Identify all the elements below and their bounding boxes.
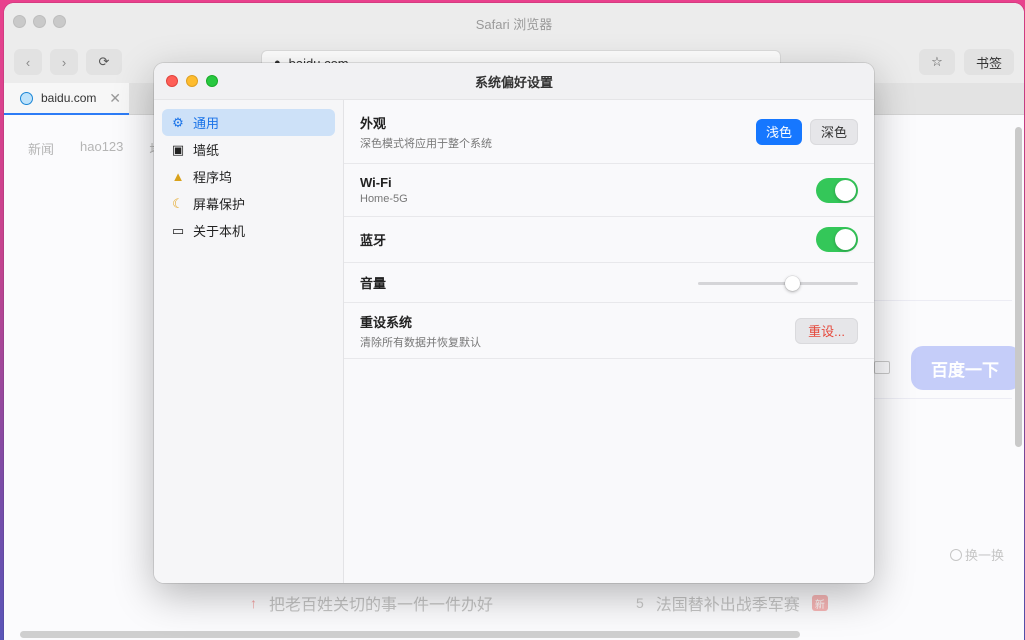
refresh-hot-button[interactable]: 换一换 (950, 545, 1004, 564)
reload-button[interactable]: ⟳ (86, 49, 122, 75)
slider-track (698, 281, 858, 285)
system-preferences-window: 系统偏好设置 ⚙ 通用 ▣ 墙纸 ▲ 程序坞 ☾ 屏幕保护 ▭ 关于本机 外观 … (154, 63, 874, 583)
reset-description: 清除所有数据并恢复默认 (360, 336, 481, 349)
refresh-hot-label: 换一换 (965, 548, 1005, 563)
reload-icon: ⟳ (98, 54, 110, 69)
reset-button[interactable]: 重设... (795, 317, 858, 344)
appearance-label: 外观 (360, 115, 387, 131)
sidebar-item-label: 关于本机 (193, 224, 246, 239)
news-top-icon: ↑ (250, 595, 257, 611)
forward-button[interactable]: › (50, 49, 78, 75)
news-title: 法国替补出战季军赛 (655, 597, 800, 614)
wifi-network-name: Home-5G (360, 193, 408, 205)
sidebar-item-general[interactable]: ⚙ 通用 (162, 109, 335, 136)
vertical-scrollbar[interactable] (1015, 127, 1022, 447)
search-box-bottom-border (864, 398, 1012, 399)
sidebar-item-label: 屏幕保护 (193, 197, 246, 212)
volume-row: 音量 (344, 263, 874, 303)
dialog-body: ⚙ 通用 ▣ 墙纸 ▲ 程序坞 ☾ 屏幕保护 ▭ 关于本机 外观 深色模式将应用… (154, 100, 874, 583)
browser-minimize-button[interactable] (33, 15, 46, 28)
image-search-icon[interactable] (874, 361, 890, 374)
sidebar-item-about[interactable]: ▭ 关于本机 (162, 217, 335, 244)
news-item[interactable]: ↑ 把老百姓关切的事一件一件办好 (250, 591, 493, 615)
sidebar-item-label: 通用 (193, 116, 220, 131)
search-box-top-border (864, 300, 1012, 301)
browser-title: Safari 浏览器 (475, 17, 553, 32)
preferences-main: 外观 深色模式将应用于整个系统 浅色 深色 Wi-Fi Home-5G 蓝牙 音… (344, 100, 874, 583)
browser-zoom-button[interactable] (53, 15, 66, 28)
globe-icon (20, 91, 33, 105)
dialog-zoom-button[interactable] (206, 75, 218, 87)
dock-icon: ▲ (171, 169, 185, 184)
toggle-knob (835, 229, 856, 250)
appearance-segmented-control: 浅色 深色 (755, 118, 858, 145)
back-button[interactable]: ‹ (14, 49, 42, 75)
dialog-titlebar: 系统偏好设置 (154, 63, 874, 100)
wallpaper-icon: ▣ (171, 142, 185, 157)
laptop-icon: ▭ (171, 223, 185, 238)
bluetooth-toggle[interactable] (816, 227, 858, 252)
browser-window-controls (13, 15, 66, 28)
sidebar-item-label: 墙纸 (193, 143, 220, 158)
light-mode-button[interactable]: 浅色 (755, 118, 802, 145)
bookmarks-button[interactable]: 书签 (964, 49, 1014, 75)
gear-icon: ⚙ (172, 115, 184, 130)
news-item[interactable]: 5 法国替补出战季军赛 新 (636, 591, 828, 615)
browser-titlebar: Safari 浏览器 (4, 3, 1024, 44)
dialog-minimize-button[interactable] (186, 75, 198, 87)
bookmark-star-button[interactable]: ☆ (919, 49, 955, 75)
nav-link[interactable]: hao123 (80, 139, 123, 158)
sidebar-item-screensaver[interactable]: ☾ 屏幕保护 (162, 190, 335, 217)
wifi-label: Wi-Fi (360, 175, 392, 190)
new-badge: 新 (811, 595, 828, 611)
refresh-icon (950, 548, 962, 561)
wifi-toggle[interactable] (816, 177, 858, 203)
dark-mode-button[interactable]: 深色 (809, 118, 858, 145)
wifi-row: Wi-Fi Home-5G (344, 164, 874, 217)
appearance-row: 外观 深色模式将应用于整个系统 浅色 深色 (344, 100, 874, 164)
sidebar-item-label: 程序坞 (193, 170, 233, 185)
horizontal-scrollbar[interactable] (20, 631, 800, 638)
star-icon: ☆ (931, 54, 943, 69)
sidebar-item-wallpaper[interactable]: ▣ 墙纸 (162, 136, 335, 163)
dialog-window-controls (166, 75, 218, 87)
dialog-title: 系统偏好设置 (474, 74, 553, 90)
dialog-close-button[interactable] (166, 75, 178, 87)
browser-close-button[interactable] (13, 15, 26, 28)
baidu-nav-links: 新闻 hao123 地 (28, 139, 162, 158)
appearance-description: 深色模式将应用于整个系统 (360, 137, 492, 150)
bluetooth-label: 蓝牙 (360, 233, 387, 248)
news-title: 把老百姓关切的事一件一件办好 (269, 597, 494, 614)
reset-label: 重设系统 (360, 314, 413, 330)
moon-icon: ☾ (172, 196, 184, 211)
nav-link[interactable]: 新闻 (28, 139, 54, 158)
tab-label: baidu.com (41, 91, 97, 105)
preferences-sidebar: ⚙ 通用 ▣ 墙纸 ▲ 程序坞 ☾ 屏幕保护 ▭ 关于本机 (154, 100, 344, 583)
volume-slider[interactable] (698, 275, 858, 291)
tab-close-icon[interactable]: ✕ (109, 90, 121, 107)
reset-row: 重设系统 清除所有数据并恢复默认 重设... (344, 303, 874, 359)
sidebar-item-dock[interactable]: ▲ 程序坞 (162, 163, 335, 190)
toggle-knob (835, 179, 856, 201)
bluetooth-row: 蓝牙 (344, 217, 874, 263)
slider-thumb[interactable] (785, 275, 800, 291)
tab-baidu[interactable]: baidu.com ✕ (4, 83, 129, 115)
baidu-search-button[interactable]: 百度一下 (911, 346, 1021, 390)
news-rank: 5 (636, 595, 644, 611)
volume-label: 音量 (360, 276, 387, 291)
